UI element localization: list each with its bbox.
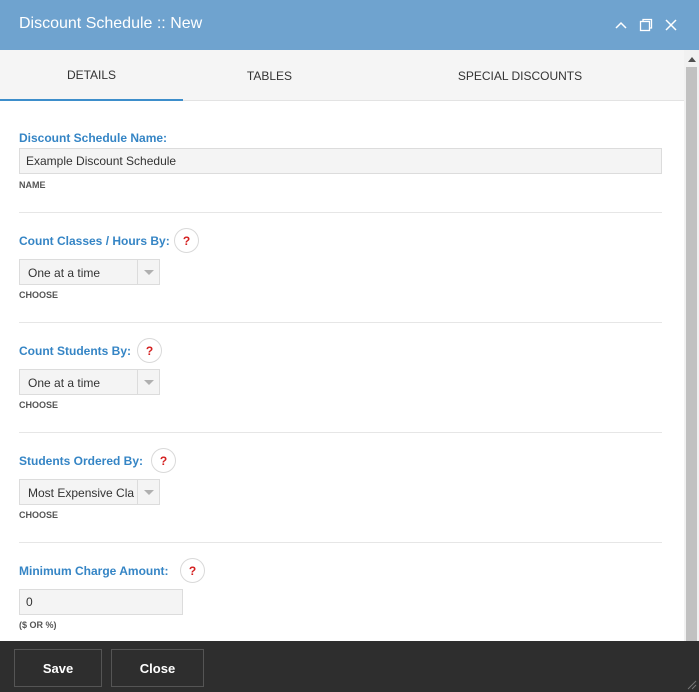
maximize-icon[interactable] [636,15,656,35]
students-ordered-label: Students Ordered By: [19,454,144,468]
scrollbar[interactable] [684,50,699,641]
tab-tables[interactable]: TABLES [183,50,356,101]
count-students-value: One at a time [28,376,101,390]
scroll-up-icon[interactable] [684,53,699,65]
students-ordered-select[interactable]: Most Expensive Class [19,479,160,505]
students-ordered-value: Most Expensive Class [28,486,134,500]
count-classes-label: Count Classes / Hours By: [19,234,170,248]
help-icon[interactable]: ? [151,448,176,473]
min-charge-input[interactable]: 0 [19,589,183,615]
chevron-up-icon[interactable] [611,15,631,35]
tab-details[interactable]: DETAILS [0,50,183,101]
chevron-down-icon[interactable] [137,260,159,284]
help-icon[interactable]: ? [137,338,162,363]
divider [19,432,662,433]
count-classes-value: One at a time [28,266,101,280]
schedule-name-label: Discount Schedule Name: [19,131,168,145]
resize-grip-icon[interactable] [685,677,697,690]
title-bar: Discount Schedule :: New [0,0,699,50]
close-icon[interactable] [661,15,681,35]
count-students-hint: CHOOSE [19,400,59,410]
divider [19,212,662,213]
tab-special-discounts[interactable]: SPECIAL DISCOUNTS [356,50,684,101]
students-ordered-hint: CHOOSE [19,510,59,520]
min-charge-hint: ($ OR %) [19,620,57,630]
tab-bar: DETAILS TABLES SPECIAL DISCOUNTS [0,50,684,101]
close-button[interactable]: Close [111,649,204,687]
window-title: Discount Schedule :: New [19,15,203,32]
footer-bar: Save Close [0,641,699,692]
help-icon[interactable]: ? [180,558,205,583]
schedule-name-hint: NAME [19,180,46,190]
save-button[interactable]: Save [14,649,102,687]
divider [19,542,662,543]
divider [19,322,662,323]
help-icon[interactable]: ? [174,228,199,253]
min-charge-label: Minimum Charge Amount: [19,564,169,578]
details-panel: Discount Schedule Name: Example Discount… [0,101,684,641]
count-classes-hint: CHOOSE [19,290,59,300]
chevron-down-icon[interactable] [137,480,159,504]
count-classes-select[interactable]: One at a time [19,259,160,285]
scroll-thumb[interactable] [686,67,697,641]
count-students-select[interactable]: One at a time [19,369,160,395]
schedule-name-input[interactable]: Example Discount Schedule [19,148,662,174]
count-students-label: Count Students By: [19,344,131,358]
chevron-down-icon[interactable] [137,370,159,394]
